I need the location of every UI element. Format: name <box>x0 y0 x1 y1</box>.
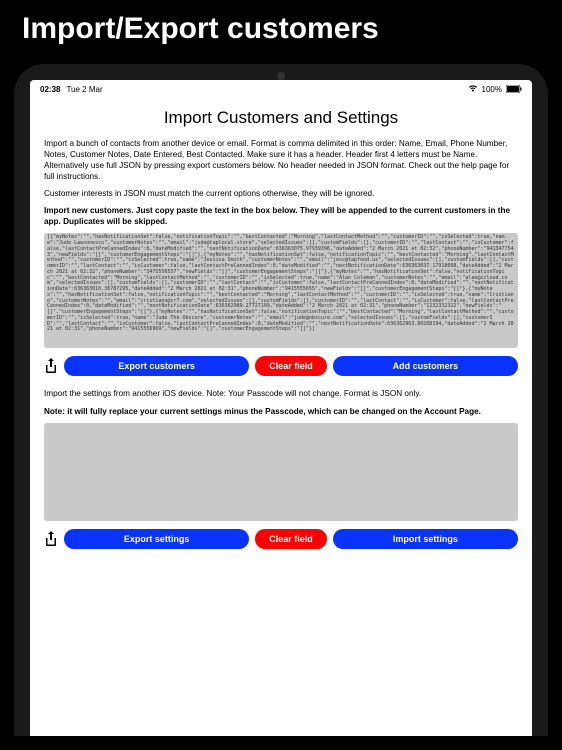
clear-customers-button[interactable]: Clear field <box>255 356 327 376</box>
export-settings-button[interactable]: Export settings <box>64 529 249 549</box>
customers-intro-para-1: Import a bunch of contacts from another … <box>44 138 518 182</box>
share-icon[interactable] <box>44 357 58 375</box>
settings-action-row: Export settings Clear field Import setti… <box>44 529 518 549</box>
settings-json-textbox[interactable] <box>44 423 518 521</box>
customers-action-row: Export customers Clear field Add custome… <box>44 356 518 376</box>
clear-settings-button[interactable]: Clear field <box>255 529 327 549</box>
device-camera <box>277 72 285 80</box>
wifi-icon <box>468 84 478 94</box>
share-icon[interactable] <box>44 530 58 548</box>
settings-intro-para-2: Note: it will fully replace your current… <box>44 406 518 417</box>
export-customers-button[interactable]: Export customers <box>64 356 249 376</box>
battery-percent: 100% <box>482 85 502 94</box>
page-header-title: Import/Export customers <box>0 0 562 64</box>
add-customers-button[interactable]: Add customers <box>333 356 518 376</box>
settings-intro-para-1: Import the settings from another iOS dev… <box>44 388 518 399</box>
tablet-device-frame: 02:38 Tue 2 Mar 100% Import Customers an… <box>14 64 548 736</box>
import-settings-button[interactable]: Import settings <box>333 529 518 549</box>
content-area: Import Customers and Settings Import a b… <box>30 96 532 736</box>
status-time: 02:38 <box>40 85 60 94</box>
battery-icon <box>506 85 522 93</box>
customers-intro-para-2: Customer interests in JSON must match th… <box>44 188 518 199</box>
page-title: Import Customers and Settings <box>44 108 518 128</box>
customers-json-textbox[interactable]: [{"myNotes":"","hasNotificationSet":fals… <box>44 233 518 348</box>
customers-intro-para-3: Import new customers. Just copy paste th… <box>44 205 518 227</box>
status-bar: 02:38 Tue 2 Mar 100% <box>30 80 532 96</box>
device-screen: 02:38 Tue 2 Mar 100% Import Customers an… <box>30 80 532 736</box>
status-date: Tue 2 Mar <box>66 85 102 94</box>
